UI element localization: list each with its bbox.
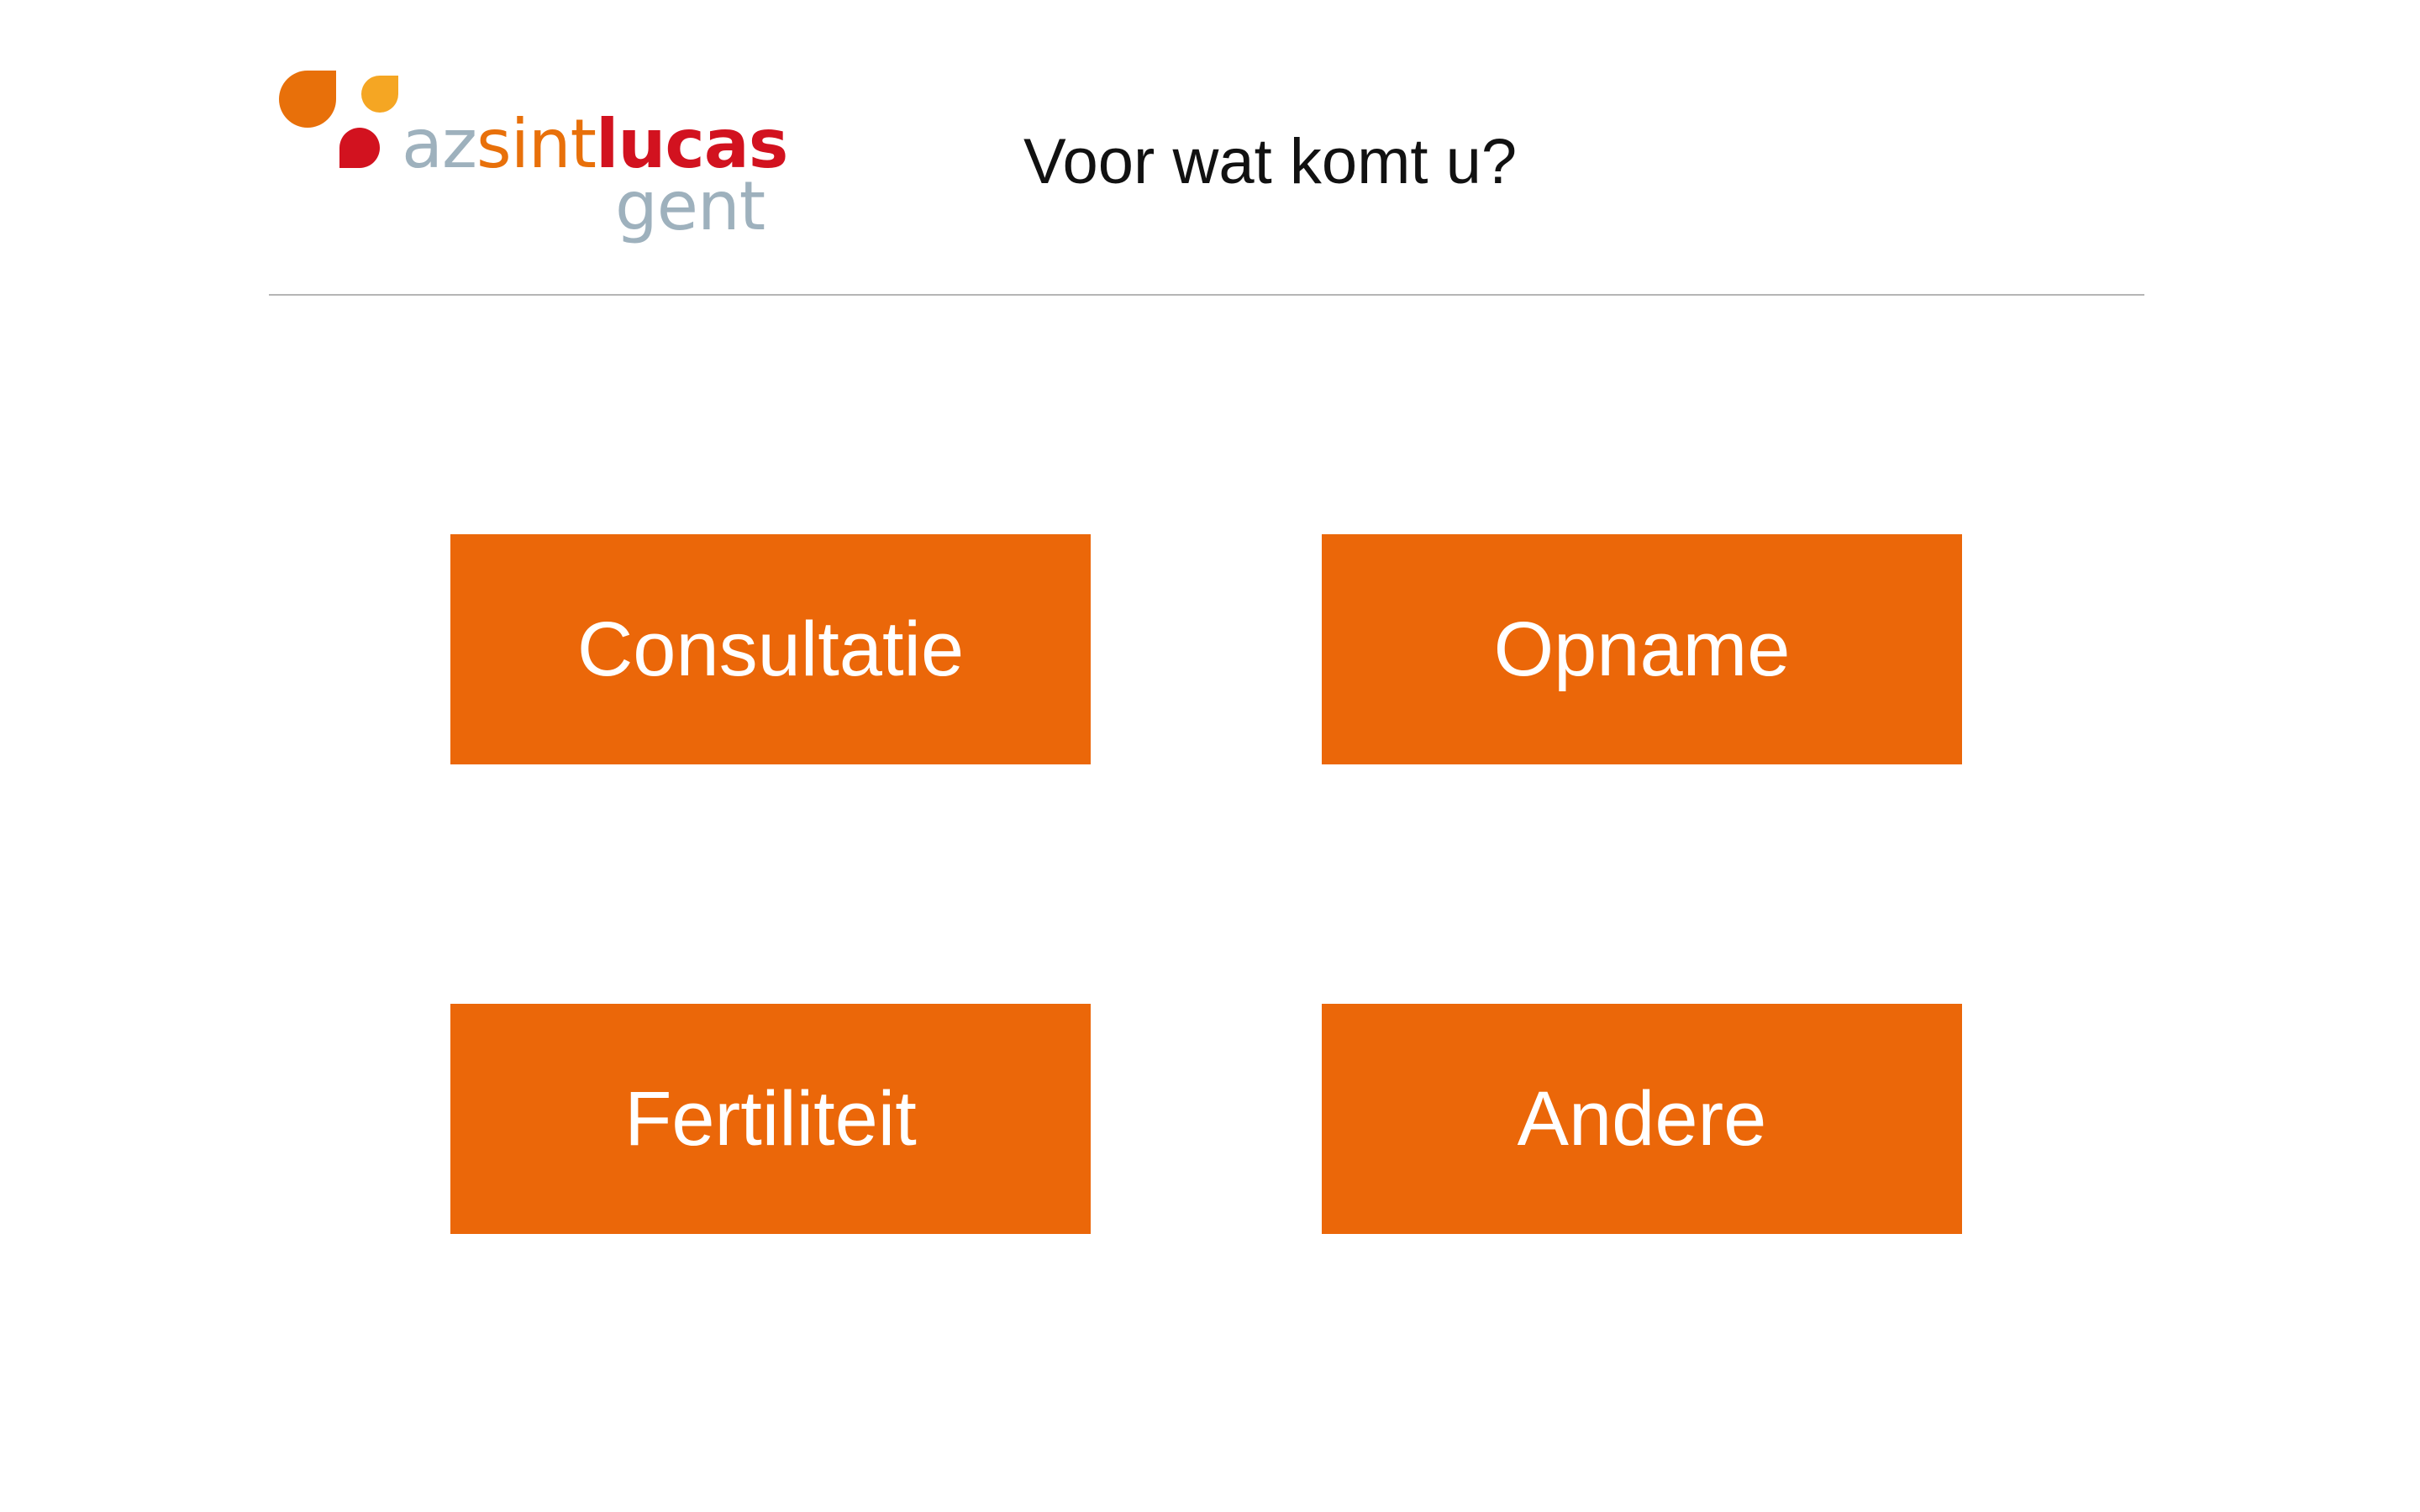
logo-mark-icon [279, 71, 398, 168]
logo-text-city: gent [615, 167, 765, 245]
consultatie-button-label: Consultatie [576, 606, 965, 692]
page-title: Voor wat komt u? [1023, 126, 1518, 197]
fertiliteit-button[interactable]: Fertiliteit [450, 1004, 1091, 1234]
opname-button-label: Opname [1493, 606, 1791, 692]
andere-button[interactable]: Andere [1322, 1004, 1962, 1234]
header-divider [269, 294, 2144, 296]
andere-button-label: Andere [1517, 1076, 1767, 1162]
logo-text-sint: sint [476, 105, 597, 183]
az-sint-lucas-logo: azsintlucas gent [277, 67, 788, 256]
opname-button[interactable]: Opname [1322, 534, 1962, 764]
consultatie-button[interactable]: Consultatie [450, 534, 1091, 764]
logo-text-az: az [402, 105, 477, 183]
fertiliteit-button-label: Fertiliteit [624, 1076, 917, 1162]
header: azsintlucas gent Voor wat komt u? [0, 0, 2420, 296]
